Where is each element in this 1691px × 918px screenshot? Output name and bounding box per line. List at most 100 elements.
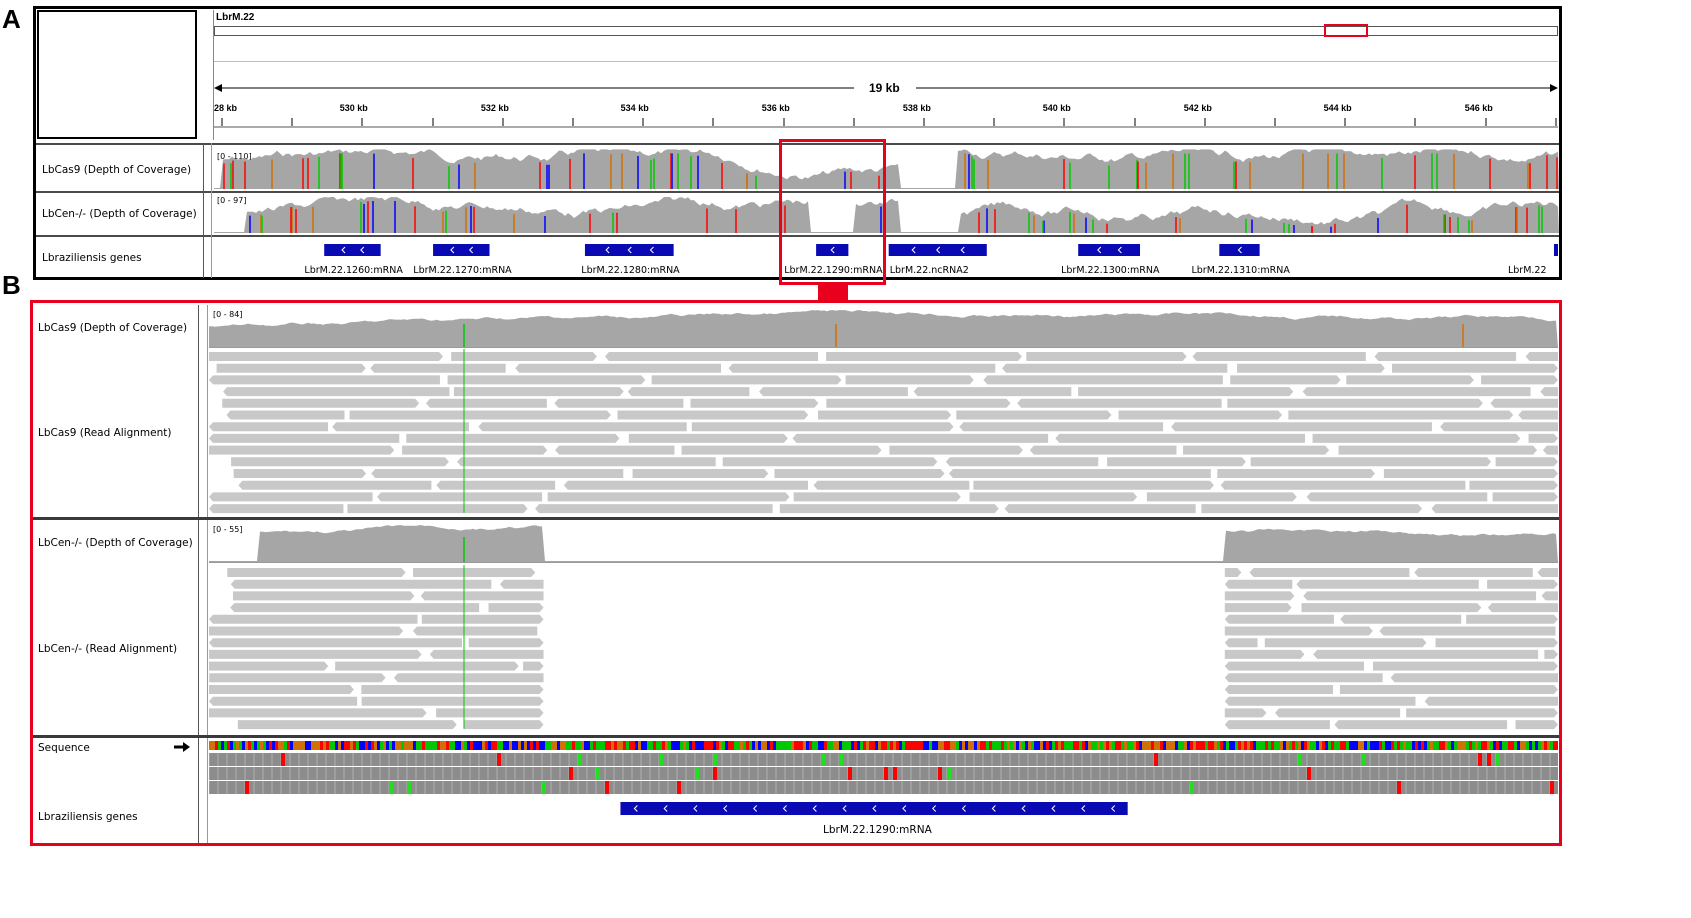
- region-highlight-box: [779, 139, 886, 285]
- aligned-read: [1217, 469, 1376, 478]
- start-codon: [821, 753, 825, 766]
- base: [569, 741, 572, 750]
- base: [359, 741, 362, 750]
- base: [431, 741, 434, 750]
- ideogram-current-region[interactable]: [1324, 24, 1368, 37]
- b-sequence-track[interactable]: [209, 740, 1558, 798]
- b-track-name-cen-alignment[interactable]: LbCen-/- (Read Alignment): [38, 643, 177, 655]
- b-cen-alignment-track[interactable]: [209, 565, 1558, 735]
- ruler-tick-label: 542 kb: [1183, 103, 1212, 113]
- base: [1097, 741, 1100, 750]
- base: [437, 741, 440, 750]
- base: [1379, 741, 1382, 750]
- b-track-name-cen-coverage[interactable]: LbCen-/- (Depth of Coverage): [38, 537, 193, 549]
- base: [1055, 741, 1058, 750]
- base: [887, 741, 890, 750]
- aligned-read: [681, 445, 882, 455]
- base: [761, 741, 764, 750]
- base: [896, 741, 899, 750]
- aligned-read: [361, 685, 544, 694]
- base: [1475, 741, 1478, 750]
- base: [1244, 741, 1247, 750]
- base: [842, 741, 845, 750]
- start-codon: [713, 753, 717, 766]
- base: [1277, 741, 1280, 750]
- start-codon: [1361, 753, 1365, 766]
- aligned-read: [1224, 638, 1258, 648]
- base: [953, 741, 956, 750]
- base: [854, 741, 857, 750]
- b-track-name-sequence[interactable]: Sequence: [38, 742, 90, 754]
- base: [1436, 741, 1439, 750]
- base: [1004, 741, 1007, 750]
- aligned-read: [1379, 626, 1556, 636]
- base: [1541, 741, 1544, 750]
- base: [1139, 741, 1142, 750]
- base: [476, 741, 479, 750]
- base: [1406, 741, 1409, 750]
- b-track-name-cas9-coverage[interactable]: LbCas9 (Depth of Coverage): [38, 322, 187, 334]
- aligned-read: [604, 352, 819, 361]
- aligned-read: [969, 492, 1138, 502]
- aligned-read: [945, 457, 1099, 467]
- aligned-read: [371, 469, 624, 478]
- base: [1355, 741, 1358, 750]
- gene-block: [888, 244, 987, 256]
- a-track-name-cas9-coverage[interactable]: LbCas9 (Depth of Coverage): [42, 164, 191, 176]
- b-attr-column-divider: [207, 305, 208, 843]
- aligned-read: [1004, 504, 1196, 514]
- base: [908, 741, 911, 750]
- base: [1256, 741, 1259, 750]
- base: [710, 741, 713, 750]
- aligned-read: [959, 422, 1164, 432]
- aligned-read: [425, 398, 547, 408]
- base: [290, 741, 293, 750]
- aligned-read: [1339, 685, 1558, 694]
- base: [284, 741, 287, 750]
- base: [1268, 741, 1271, 750]
- aligned-read: [1495, 457, 1558, 467]
- base: [446, 741, 449, 750]
- a-cen-coverage-track[interactable]: [214, 193, 1559, 235]
- aligned-read: [1146, 492, 1297, 502]
- base: [1421, 741, 1424, 750]
- b-track-name-genes[interactable]: Lbraziliensis genes: [38, 811, 138, 823]
- aligned-read: [1224, 685, 1333, 694]
- base: [377, 741, 380, 750]
- b-cen-coverage-track[interactable]: [209, 521, 1558, 562]
- start-codon: [407, 781, 411, 794]
- aligned-read: [1302, 387, 1531, 397]
- base: [974, 741, 977, 750]
- base: [980, 741, 983, 750]
- base: [1067, 741, 1070, 750]
- start-codon: [695, 767, 699, 780]
- a-track-name-cen-coverage[interactable]: LbCen-/- (Depth of Coverage): [42, 208, 197, 220]
- base: [923, 741, 926, 750]
- base: [683, 741, 686, 750]
- aligned-read: [1301, 603, 1482, 613]
- base: [617, 741, 620, 750]
- base: [791, 741, 794, 750]
- aligned-read: [209, 375, 440, 385]
- b-track-name-cas9-alignment[interactable]: LbCas9 (Read Alignment): [38, 427, 171, 439]
- header-divider: [214, 61, 1558, 62]
- base: [1082, 741, 1085, 750]
- b-cas9-alignment-track[interactable]: [209, 349, 1558, 517]
- base: [1490, 741, 1493, 750]
- base: [860, 741, 863, 750]
- base: [677, 741, 680, 750]
- base: [473, 741, 476, 750]
- base: [746, 741, 749, 750]
- a-track-name-genes[interactable]: Lbraziliensis genes: [42, 252, 142, 264]
- aligned-read: [1540, 387, 1558, 397]
- base: [500, 741, 503, 750]
- base: [1271, 741, 1274, 750]
- b-cas9-coverage-track[interactable]: [209, 306, 1558, 347]
- sequence-strand-arrow-icon[interactable]: [174, 741, 190, 753]
- base: [1220, 741, 1223, 750]
- base: [362, 741, 365, 750]
- base: [1127, 741, 1130, 750]
- base: [341, 741, 344, 750]
- base: [1199, 741, 1202, 750]
- a-cas9-coverage-track[interactable]: [214, 145, 1559, 191]
